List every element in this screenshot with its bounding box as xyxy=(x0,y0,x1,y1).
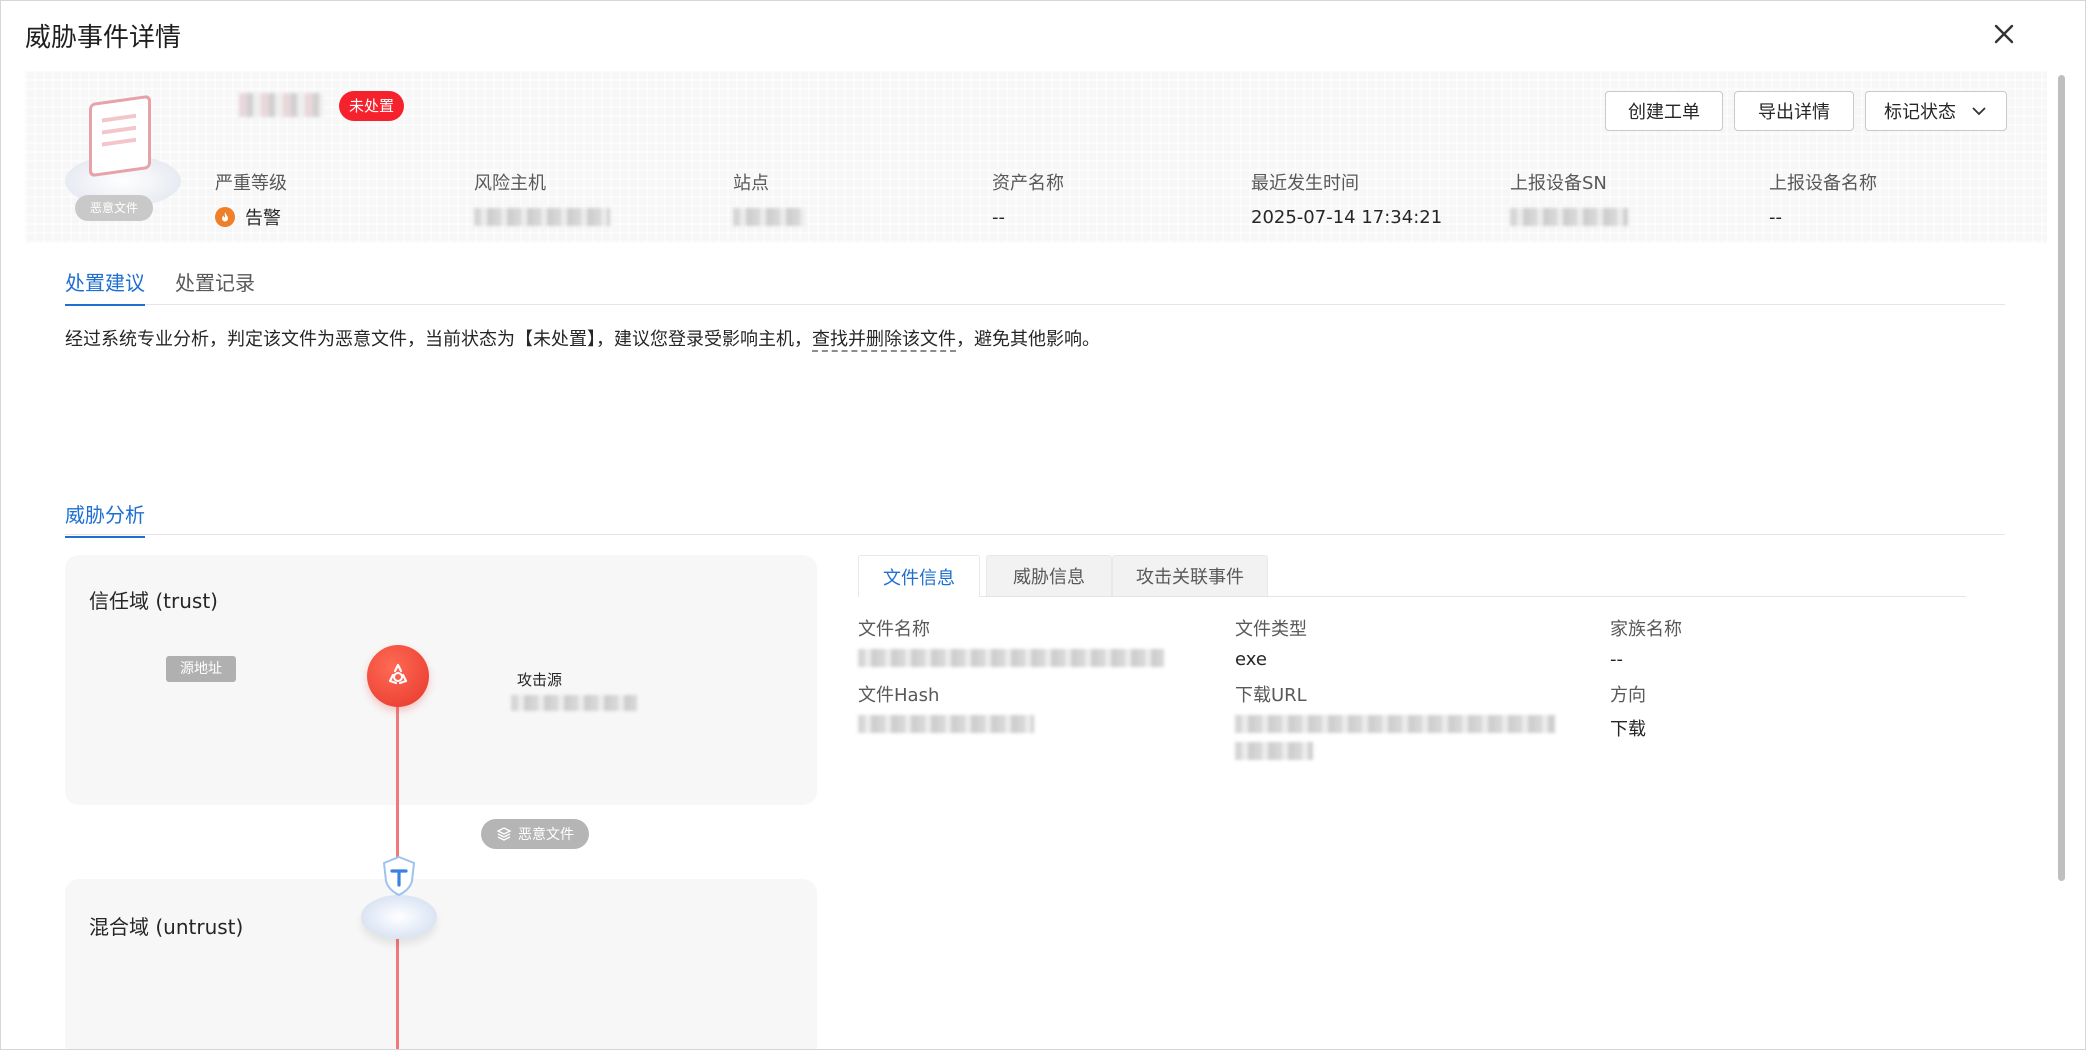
download-url-redacted xyxy=(1235,715,1555,733)
field-risk-host: 风险主机 xyxy=(474,169,610,229)
analysis-tabs: 威胁分析 xyxy=(65,499,2005,538)
info-file-type: 文件类型 exe xyxy=(1235,619,1307,670)
chevron-down-icon xyxy=(1972,107,1986,116)
close-button[interactable] xyxy=(1989,19,2019,49)
untrust-zone-title: 混合域 (untrust) xyxy=(89,915,244,939)
fire-icon xyxy=(215,207,235,227)
file-name-redacted xyxy=(858,649,1164,667)
risk-host-redacted xyxy=(474,208,610,226)
dialog-title: 威胁事件详情 xyxy=(25,23,182,53)
malicious-file-illustration: 恶意文件 xyxy=(61,94,181,221)
field-site: 站点 xyxy=(733,169,805,229)
severity-value: 告警 xyxy=(245,208,281,229)
info-family-name: 家族名称 -- xyxy=(1610,619,1682,670)
field-device-sn: 上报设备SN xyxy=(1510,169,1628,229)
export-details-button[interactable]: 导出详情 xyxy=(1734,91,1854,131)
device-sn-redacted xyxy=(1510,208,1628,226)
info-file-hash: 文件Hash xyxy=(858,681,1034,738)
tab-file-info[interactable]: 文件信息 xyxy=(858,555,980,597)
detail-tabs: 文件信息 威胁信息 攻击关联事件 xyxy=(858,555,1966,597)
attacker-icon[interactable] xyxy=(367,645,429,707)
file-type-tag: 恶意文件 xyxy=(75,195,153,221)
layers-icon xyxy=(496,827,512,841)
attack-source-label: 攻击源 xyxy=(517,671,563,689)
find-delete-file-link[interactable]: 查找并删除该文件 xyxy=(812,329,956,352)
field-asset-name: 资产名称 -- xyxy=(992,173,1064,228)
trust-zone-title: 信任域 (trust) xyxy=(89,589,218,613)
document-icon xyxy=(89,94,151,178)
tab-disposal-advice[interactable]: 处置建议 xyxy=(65,267,145,306)
tab-threat-info[interactable]: 威胁信息 xyxy=(986,555,1112,596)
gateway-icon[interactable] xyxy=(357,853,441,945)
tab-disposal-records[interactable]: 处置记录 xyxy=(175,267,255,304)
untrust-zone: 混合域 (untrust) xyxy=(65,879,817,1049)
source-address-tag: 源地址 xyxy=(166,656,236,682)
status-badge: 未处置 xyxy=(339,91,405,121)
malicious-file-pill: 恶意文件 xyxy=(481,819,589,849)
site-redacted xyxy=(733,208,805,226)
attack-source-redacted xyxy=(511,695,637,711)
info-direction: 方向 下载 xyxy=(1610,685,1646,740)
field-severity: 严重等级 告警 xyxy=(215,173,287,229)
event-header: 恶意文件 未处置 创建工单 导出详情 标记状态 严重等级 告警 风险主机 站点 xyxy=(25,71,2047,243)
shield-icon xyxy=(382,855,416,897)
scrollbar[interactable] xyxy=(2058,75,2065,881)
info-download-url: 下载URL xyxy=(1235,681,1555,765)
close-icon xyxy=(1994,24,2014,44)
info-file-name: 文件名称 xyxy=(858,615,1164,672)
threat-event-dialog: 威胁事件详情 恶意文件 未处置 创建工单 导出详情 标记状态 严重等级 告警 风… xyxy=(0,0,2086,1050)
mark-status-label: 标记状态 xyxy=(1884,102,1956,123)
event-name-redacted xyxy=(239,93,323,117)
file-hash-redacted xyxy=(858,715,1034,733)
tab-related-events[interactable]: 攻击关联事件 xyxy=(1112,555,1268,596)
disposal-tabs: 处置建议 处置记录 xyxy=(65,267,2005,306)
tab-threat-analysis[interactable]: 威胁分析 xyxy=(65,499,145,538)
field-device-name: 上报设备名称 -- xyxy=(1769,173,1877,228)
create-ticket-button[interactable]: 创建工单 xyxy=(1605,91,1723,131)
mark-status-dropdown[interactable]: 标记状态 xyxy=(1865,91,2007,131)
advice-text: 经过系统专业分析，判定该文件为恶意文件，当前状态为【未处置】，建议您登录受影响主… xyxy=(65,329,1100,352)
field-last-time: 最近发生时间 2025-07-14 17:34:21 xyxy=(1251,173,1443,228)
